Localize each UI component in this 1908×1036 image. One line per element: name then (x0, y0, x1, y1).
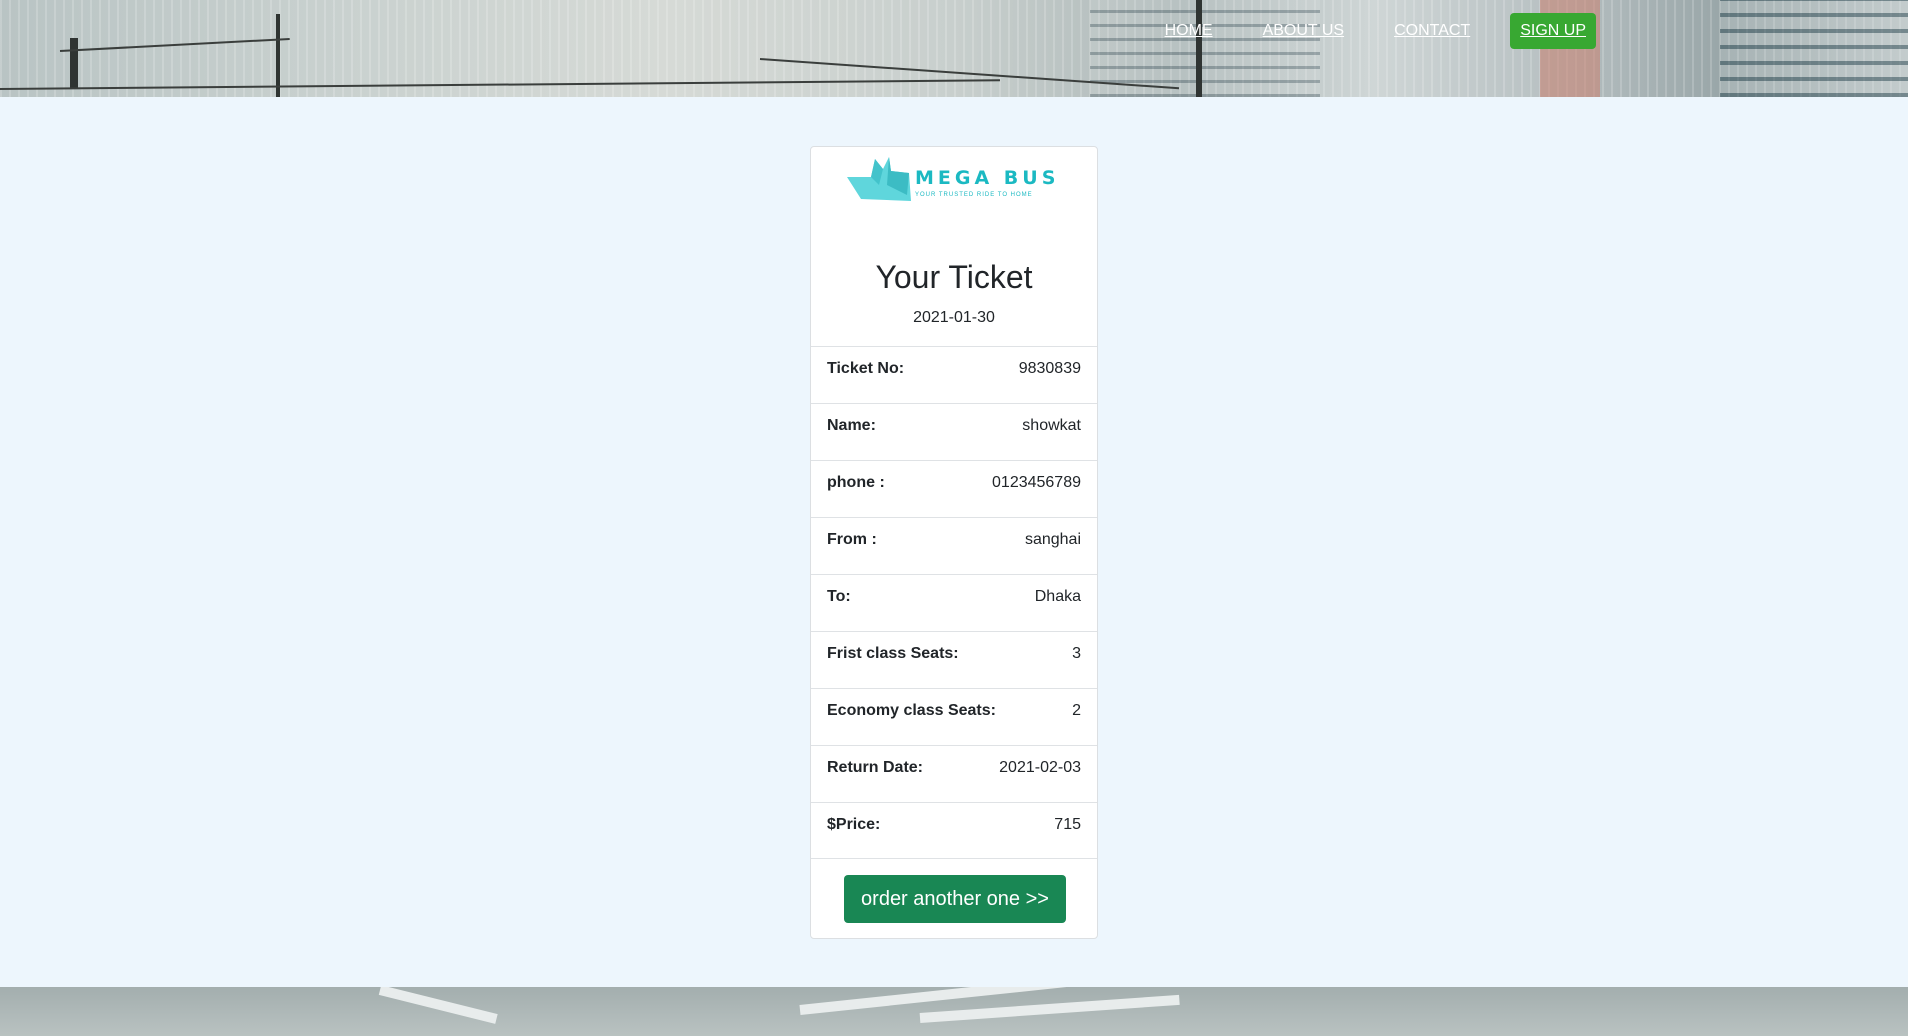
ticket-row-ticket-no: Ticket No: 9830839 (811, 346, 1097, 403)
row-value: 3 (1072, 645, 1081, 662)
banner-wire (59, 37, 290, 52)
ticket-row-first-class-seats: Frist class Seats: 3 (811, 631, 1097, 688)
logo-tagline: YOUR TRUSTED RIDE TO HOME (915, 192, 1033, 198)
nav-link-contact[interactable]: CONTACT (1394, 22, 1470, 40)
footer-banner (0, 987, 1908, 1036)
banner-building (1720, 0, 1908, 97)
logo-wordmark: MEGA BUS (915, 167, 1060, 189)
ticket-details-list: Ticket No: 9830839 Name: showkat phone :… (811, 346, 1097, 859)
ticket-date: 2021-01-30 (913, 309, 995, 326)
row-label: Return Date: (827, 759, 924, 776)
row-value: 715 (1054, 816, 1081, 833)
row-label: Economy class Seats: (827, 702, 996, 719)
mega-bus-logo: MEGA BUS YOUR TRUSTED RIDE TO HOME (847, 155, 1067, 207)
row-label: From : (827, 531, 877, 548)
row-label: $Price: (827, 816, 881, 833)
ticket-row-from: From : sanghai (811, 517, 1097, 574)
row-value: sanghai (1024, 531, 1081, 548)
bus-logo-icon (847, 157, 911, 201)
row-label: phone : (827, 474, 885, 491)
header-banner: HOME ABOUT US CONTACT SIGN UP (0, 0, 1908, 97)
banner-pole (276, 14, 280, 97)
road-marking (919, 994, 1180, 1023)
row-value: 9830839 (1018, 360, 1081, 377)
ticket-row-phone: phone : 0123456789 (811, 460, 1097, 517)
nav-link-about-us[interactable]: ABOUT US (1263, 22, 1345, 40)
ticket-row-price: $Price: 715 (811, 802, 1097, 859)
road-marking (378, 987, 498, 1024)
row-label: Ticket No: (827, 360, 905, 377)
ticket-row-to: To: Dhaka (811, 574, 1097, 631)
row-value: 0123456789 (992, 474, 1081, 491)
row-value: 2 (1072, 702, 1081, 719)
ticket-row-name: Name: showkat (811, 403, 1097, 460)
row-value: Dhaka (1034, 588, 1081, 605)
banner-wire (0, 79, 1000, 90)
nav-link-home[interactable]: HOME (1165, 22, 1213, 40)
row-label: Name: (827, 417, 876, 434)
ticket-row-return-date: Return Date: 2021-02-03 (811, 745, 1097, 802)
row-value: showkat (1022, 417, 1081, 434)
row-value: 2021-02-03 (999, 759, 1081, 776)
ticket-row-economy-class-seats: Economy class Seats: 2 (811, 688, 1097, 745)
ticket-card: MEGA BUS YOUR TRUSTED RIDE TO HOME Your … (810, 146, 1098, 939)
ticket-title: Your Ticket (875, 259, 1033, 295)
signup-button[interactable]: SIGN UP (1510, 13, 1596, 49)
banner-pole (70, 38, 78, 88)
row-label: To: (827, 588, 851, 605)
order-another-button[interactable]: order another one >> (844, 875, 1066, 923)
main-nav: HOME ABOUT US CONTACT SIGN UP (1115, 13, 1596, 49)
row-label: Frist class Seats: (827, 645, 959, 662)
